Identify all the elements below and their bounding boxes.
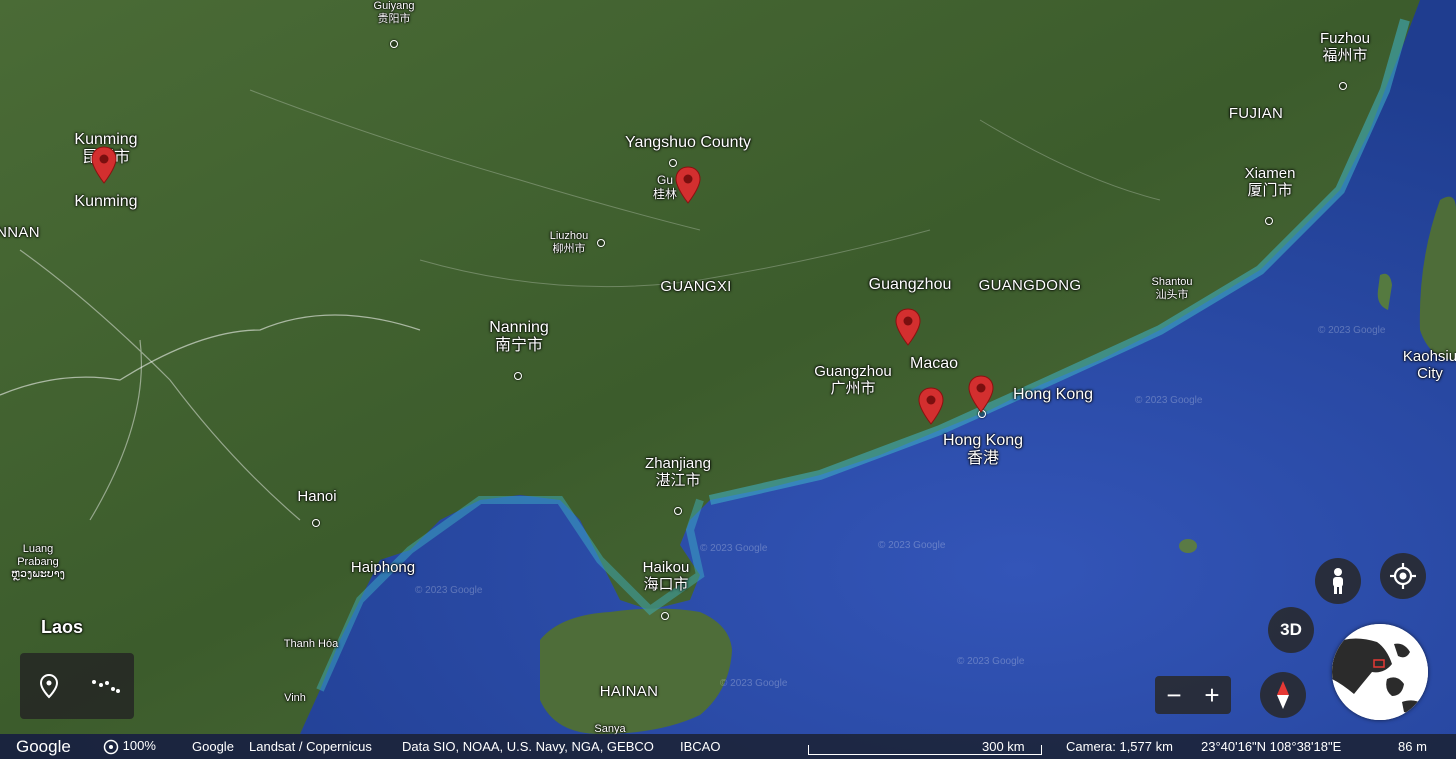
region-yunnan: NNAN — [0, 224, 40, 241]
attribution-landsat[interactable]: Landsat / Copernicus — [249, 739, 372, 754]
place-thanh-hoa: Thanh Hóa — [283, 638, 339, 650]
city-dot — [661, 612, 669, 620]
placemark-pin-icon[interactable] — [917, 387, 945, 425]
pegman-icon — [1333, 568, 1343, 594]
region-fujian: FUJIAN — [1228, 105, 1284, 122]
attribution-data[interactable]: Data SIO, NOAA, U.S. Navy, NGA, GEBCO — [402, 739, 654, 754]
globe-icon — [1332, 624, 1428, 720]
place-kunming: Kunming — [74, 193, 138, 210]
place-haiphong: Haiphong — [350, 559, 416, 576]
place-guangzhou-top: Guangzhou — [868, 276, 952, 293]
city-dot — [390, 40, 398, 48]
place-nanning: Nanning 南宁市 — [489, 319, 549, 355]
watermark: © 2023 Google — [415, 585, 483, 596]
place-hong-kong: Hong Kong 香港 — [942, 432, 1024, 468]
place-vinh: Vinh — [284, 692, 306, 704]
compass-button[interactable] — [1260, 672, 1306, 718]
attribution-google[interactable]: Google — [192, 739, 234, 754]
watermark: © 2023 Google — [700, 543, 768, 554]
camera-altitude: Camera: 1,577 km — [1066, 739, 1173, 754]
toggle-3d-label: 3D — [1280, 620, 1302, 639]
place-fuzhou: Fuzhou 福州市 — [1319, 30, 1371, 65]
zoom-circle-icon — [103, 739, 119, 754]
region-guangdong: GUANGDONG — [978, 277, 1082, 294]
city-dot — [312, 519, 320, 527]
region-hainan: HAINAN — [599, 683, 659, 700]
place-yangshuo-county: Yangshuo County — [624, 134, 752, 151]
city-dot — [1339, 82, 1347, 90]
attribution-ibcao[interactable]: IBCAO — [680, 739, 720, 754]
street-view-button[interactable] — [1315, 558, 1361, 604]
city-dot — [674, 507, 682, 515]
place-guiyang: Guiyang 贵阳市 — [373, 0, 415, 25]
city-dot — [597, 239, 605, 247]
google-logo: Google — [16, 737, 71, 756]
placemark-tool-icon — [39, 673, 58, 699]
country-laos: Laos — [40, 617, 84, 637]
scale-bar — [808, 745, 1042, 755]
zoom-out-button[interactable]: − — [1155, 676, 1193, 714]
watermark: © 2023 Google — [1135, 395, 1203, 406]
place-luang-prabang: Luang Prabang ຫຼວງພະບາງ — [11, 543, 65, 581]
status-bar: Google 100% Google Landsat / Copernicus … — [0, 734, 1456, 759]
place-shantou: Shantou 汕头市 — [1151, 276, 1193, 301]
place-hong-kong-pin-label: Hong Kong — [1012, 386, 1094, 403]
watermark: © 2023 Google — [1318, 325, 1386, 336]
city-dot — [514, 372, 522, 380]
place-hanoi: Hanoi — [297, 488, 337, 505]
elevation: 86 m — [1398, 739, 1427, 754]
place-zhanjiang: Zhanjiang 湛江市 — [645, 455, 711, 490]
drawing-toolbar — [20, 653, 134, 719]
watermark: © 2023 Google — [957, 656, 1025, 667]
my-location-icon — [1390, 563, 1416, 589]
placemark-pin-icon[interactable] — [90, 146, 118, 184]
placemark-pin-icon[interactable] — [967, 375, 995, 413]
overview-globe[interactable] — [1332, 624, 1428, 720]
add-placemark-button[interactable] — [29, 666, 69, 706]
region-guangxi: GUANGXI — [660, 278, 732, 295]
city-dot — [1265, 217, 1273, 225]
place-haikou: Haikou 海口市 — [642, 559, 690, 594]
place-xiamen: Xiamen 厦门市 — [1244, 165, 1296, 200]
compass-icon — [1277, 681, 1289, 709]
toggle-3d-button[interactable]: 3D — [1268, 607, 1314, 653]
zoom-indicator[interactable]: 100% — [103, 738, 156, 755]
draw-path-button[interactable] — [86, 666, 126, 706]
place-guangzhou: Guangzhou 广州市 — [814, 363, 892, 398]
watermark: © 2023 Google — [878, 540, 946, 551]
place-liuzhou: Liuzhou 柳州市 — [549, 230, 589, 255]
watermark: © 2023 Google — [720, 678, 788, 689]
placemark-pin-icon[interactable] — [674, 166, 702, 204]
placemark-pin-icon[interactable] — [894, 308, 922, 346]
place-kaohsiung: Kaohsiu City — [1402, 348, 1456, 383]
zoom-controls: − + — [1155, 676, 1231, 714]
zoom-in-button[interactable]: + — [1193, 676, 1231, 714]
place-macao: Macao — [909, 355, 959, 372]
my-location-button[interactable] — [1380, 553, 1426, 599]
zoom-percent: 100% — [122, 738, 156, 753]
path-tool-icon — [91, 680, 120, 693]
cursor-coordinates: 23°40'16"N 108°38'18"E — [1201, 739, 1342, 754]
